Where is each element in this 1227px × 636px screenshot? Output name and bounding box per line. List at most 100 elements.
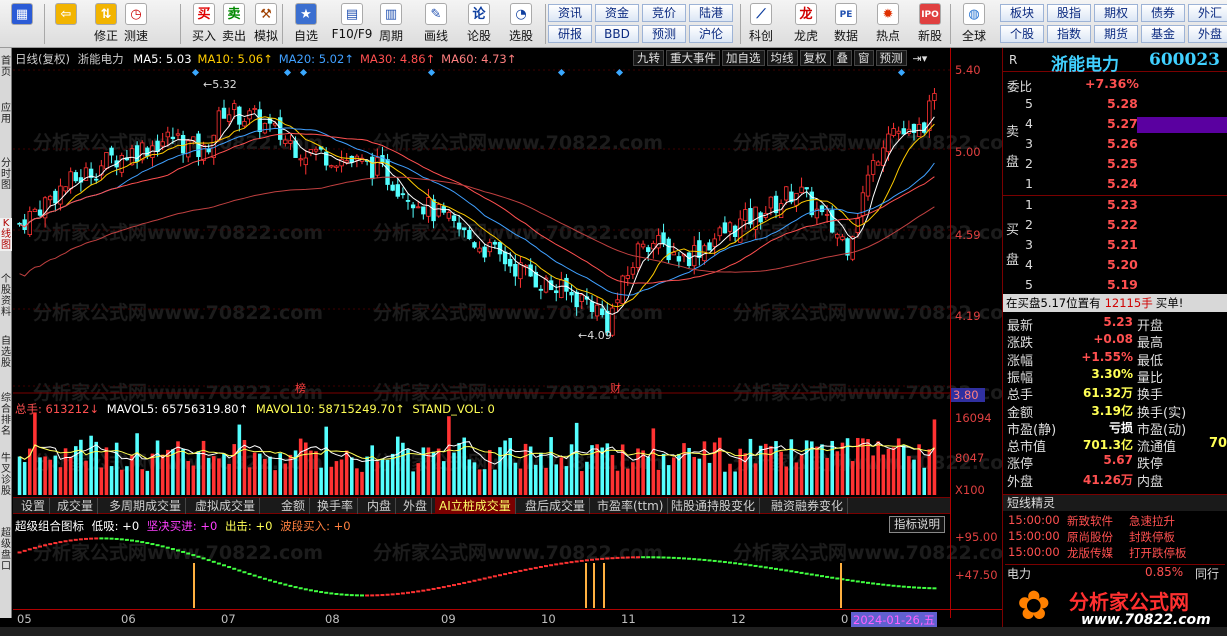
toolbar-button-pe[interactable]: PE 数据 <box>830 3 862 47</box>
toolbar-button-globe[interactable]: ◍ 全球 <box>958 3 990 47</box>
indicator-tab-10[interactable]: 市盈率(ttm) <box>593 498 669 514</box>
quick-button-0-0[interactable]: 资讯 <box>548 4 592 22</box>
indicator-help-button[interactable]: 指标说明 <box>889 516 945 533</box>
indicator-tab-5[interactable]: 换手率 <box>313 498 359 514</box>
toolbar-button-chat[interactable]: 论论股 <box>463 3 495 47</box>
indicator-tab-3[interactable]: 虚拟成交量 <box>191 498 261 514</box>
quick-button-0-2[interactable]: 竞价 <box>642 4 686 22</box>
sell-level-row[interactable]: 2 5.25 <box>1005 156 1225 174</box>
quick-button-0-1[interactable]: 资金 <box>595 4 639 22</box>
left-tab-2[interactable]: 分时图 <box>0 158 12 191</box>
left-tab-6[interactable]: 综合排名 <box>0 393 12 437</box>
toolbar-button-star[interactable]: ★ 自选 <box>290 3 322 47</box>
chart-top-button-4[interactable]: 复权 <box>799 50 831 66</box>
toolbar-button-back-arrow[interactable]: ⇦ <box>50 3 82 47</box>
candle-body <box>569 291 574 296</box>
quick-button-0-3[interactable]: 陆港 <box>689 4 733 22</box>
toolbar-button-fire[interactable]: ✹ 热点 <box>872 3 904 47</box>
quote-panel: R 浙能电力 600023 委比 +7.36% 卖盘 买盘 5 5.28 4 5.27 3 5.2… <box>1002 48 1227 636</box>
quick-button-2-3[interactable]: 债券 <box>1141 4 1185 22</box>
sell-level-row[interactable]: 1 5.24 <box>1005 176 1225 194</box>
indicator-dot <box>68 539 73 542</box>
buy-level-row[interactable]: 1 5.23 <box>1005 197 1225 215</box>
toolbar-button-label: 数据 <box>833 29 858 43</box>
quick-button-3-0[interactable]: 个股 <box>1000 25 1044 43</box>
quick-button-2-1[interactable]: 股指 <box>1047 4 1091 22</box>
toolbar-button-grid[interactable]: ▦ <box>6 3 38 47</box>
volume-bar <box>753 463 758 495</box>
toolbar-button-up-down-arrows[interactable]: ⇅ 修正 <box>90 3 122 47</box>
toolbar-button-dragon[interactable]: 龙龙虎 <box>790 3 822 47</box>
volume-bar <box>467 459 472 495</box>
chart-top-button-7[interactable]: 预测 <box>875 50 907 66</box>
quick-button-1-0[interactable]: 研报 <box>548 25 592 43</box>
quick-button-3-2[interactable]: 期货 <box>1094 25 1138 43</box>
indicator-dot <box>334 592 339 595</box>
indicator-dot <box>170 548 175 551</box>
toolbar-button-pencil[interactable]: ✎ 画线 <box>420 3 452 47</box>
quick-button-2-0[interactable]: 板块 <box>1000 4 1044 22</box>
indicator-tab-6[interactable]: 内盘 <box>363 498 397 514</box>
chart-top-button-1[interactable]: 重大事件 <box>666 50 720 66</box>
toolbar-button-clock[interactable]: ◷ 测速 <box>120 3 152 47</box>
quick-button-3-3[interactable]: 基金 <box>1141 25 1185 43</box>
quick-button-1-3[interactable]: 沪伦 <box>689 25 733 43</box>
sell-level-row[interactable]: 4 5.27 <box>1005 116 1227 134</box>
left-tab-0[interactable]: 首页 <box>0 56 12 78</box>
level-price: 5.28 <box>1107 96 1138 111</box>
quick-button-2-2[interactable]: 期权 <box>1094 4 1138 22</box>
indicator-dot <box>452 584 456 587</box>
kline-chart-area[interactable]: 分析家公式网www.70822.com 分析家公式网www.70822.com 分析… <box>13 48 1023 618</box>
buy-level-row[interactable]: 3 5.21 <box>1005 237 1225 255</box>
stat-value: 61.32万 <box>1083 386 1133 401</box>
indicator-tab-11[interactable]: 陆股通持股变化 <box>667 498 761 514</box>
volume-bar <box>840 442 845 495</box>
news-item[interactable]: 15:00:00 龙版传媒 打开跌停板 <box>1005 545 1225 563</box>
quick-button-2-4[interactable]: 外汇 <box>1188 4 1227 22</box>
volume-bar <box>574 422 579 495</box>
chart-top-button-2[interactable]: 加自选 <box>722 50 765 66</box>
indicator-tab-2[interactable]: 多周期成交量 <box>105 498 187 514</box>
indicator-name: 超级组合图标 <box>15 519 84 533</box>
left-tab-5[interactable]: 自选股 <box>0 336 12 369</box>
toolbar-button-hammer[interactable]: ⚒ 模拟 <box>250 3 282 47</box>
candle-body <box>554 290 559 294</box>
chart-top-button-6[interactable]: 窗 <box>854 50 874 66</box>
chart-top-button-3[interactable]: 均线 <box>766 50 798 66</box>
indicator-tab-7[interactable]: 外盘 <box>399 498 433 514</box>
left-tab-4[interactable]: 个股资料 <box>0 274 12 318</box>
left-tab-8[interactable]: 超级盘口 <box>0 528 12 572</box>
toolbar-button-chart[interactable]: ⟋ 科创 <box>745 3 777 47</box>
left-tab-1[interactable]: 应用 <box>0 103 12 125</box>
quick-button-1-1[interactable]: BBD <box>595 25 639 43</box>
buy-level-row[interactable]: 2 5.22 <box>1005 217 1225 235</box>
sector-row[interactable]: 电力 0.85% 同行 <box>1005 564 1225 582</box>
chart-top-button-5[interactable]: 叠 <box>832 50 852 66</box>
sell-level-row[interactable]: 3 5.26 <box>1005 136 1225 154</box>
buy-level-row[interactable]: 5 5.19 <box>1005 277 1225 295</box>
buy-level-row[interactable]: 4 5.20 <box>1005 257 1225 275</box>
chart-menu-icon[interactable]: ⇥▾ <box>913 52 928 65</box>
indicator-tab-4[interactable]: 金额 <box>277 498 311 514</box>
toolbar-button-filter[interactable]: ◔ 选股 <box>505 3 537 47</box>
news-title[interactable]: 短线精灵 <box>1003 494 1227 511</box>
quick-button-1-2[interactable]: 预测 <box>642 25 686 43</box>
left-tab-3[interactable]: K线图 <box>0 218 12 251</box>
sell-level-row[interactable]: 5 5.28 <box>1005 96 1225 114</box>
quick-button-3-4[interactable]: 外盘 <box>1188 25 1227 43</box>
toolbar-button-ipo[interactable]: IPO 新股 <box>914 3 946 47</box>
volume-bar <box>891 447 896 495</box>
indicator-tab-1[interactable]: 成交量 <box>53 498 99 514</box>
indicator-tab-12[interactable]: 融资融券变化 <box>767 498 849 514</box>
indicator-tab-8[interactable]: AI立桩成交量 <box>435 498 516 514</box>
toolbar-button-buy[interactable]: 买买入 <box>188 3 220 47</box>
toolbar-button-f10[interactable]: ▤ F10/F9 <box>330 3 374 47</box>
left-tab-7[interactable]: 牛叉诊股 <box>0 453 12 497</box>
toolbar-button-sell[interactable]: 卖卖出 <box>218 3 250 47</box>
chart-top-button-0[interactable]: 九转 <box>633 50 664 66</box>
indicator-tab-0[interactable]: 设置 <box>17 498 51 514</box>
quick-button-3-1[interactable]: 指数 <box>1047 25 1091 43</box>
toolbar-button-period[interactable]: ▥ 周期 <box>375 3 407 47</box>
indicator-tab-9[interactable]: 盘后成交量 <box>521 498 591 514</box>
volume-bar <box>922 467 927 495</box>
